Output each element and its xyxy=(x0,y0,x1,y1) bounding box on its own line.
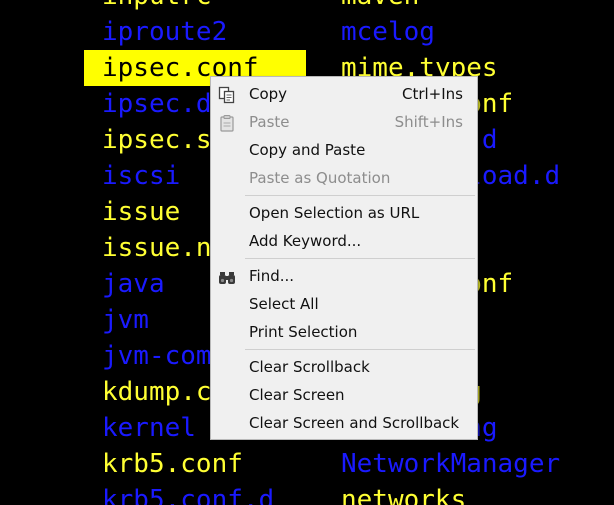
menu-item-label: Copy xyxy=(249,85,288,103)
menu-item-open-selection-as-url[interactable]: Open Selection as URL xyxy=(211,199,477,227)
file-entry[interactable]: krb5.conf xyxy=(102,446,306,482)
file-entry[interactable]: maven xyxy=(341,0,560,14)
menu-item-label: Clear Screen and Scrollback xyxy=(249,414,460,432)
menu-separator xyxy=(245,349,475,350)
menu-item-label: Add Keyword... xyxy=(249,232,362,250)
menu-item-label: Clear Screen xyxy=(249,386,345,404)
directory-entry[interactable]: mcelog xyxy=(341,14,560,50)
menu-item-label: Paste xyxy=(249,113,290,131)
menu-item-label: Find... xyxy=(249,267,295,285)
directory-entry[interactable]: NetworkManager xyxy=(341,446,560,482)
copy-icon xyxy=(218,85,236,104)
menu-item-paste: Paste Shift+Ins xyxy=(211,108,477,136)
menu-item-paste-as-quotation: Paste as Quotation xyxy=(211,164,477,192)
menu-item-find[interactable]: Find... xyxy=(211,262,477,290)
menu-item-copy[interactable]: Copy Ctrl+Ins xyxy=(211,80,477,108)
menu-item-label: Select All xyxy=(249,295,319,313)
menu-item-label: Copy and Paste xyxy=(249,141,366,159)
file-entry[interactable]: networks xyxy=(341,482,560,505)
menu-item-label: Clear Scrollback xyxy=(249,358,370,376)
file-entry[interactable]: inputrc xyxy=(102,0,306,14)
menu-item-shortcut: Shift+Ins xyxy=(394,113,463,131)
menu-item-label: Open Selection as URL xyxy=(249,204,420,222)
menu-item-add-keyword[interactable]: Add Keyword... xyxy=(211,227,477,255)
menu-separator xyxy=(245,195,475,196)
menu-item-copy-and-paste[interactable]: Copy and Paste xyxy=(211,136,477,164)
menu-item-print-selection[interactable]: Print Selection xyxy=(211,318,477,346)
directory-entry[interactable]: iproute2 xyxy=(102,14,306,50)
menu-item-select-all[interactable]: Select All xyxy=(211,290,477,318)
binoculars-icon xyxy=(218,267,236,285)
clipboard-icon xyxy=(218,113,236,132)
menu-item-label: Paste as Quotation xyxy=(249,169,391,187)
context-menu: Copy Ctrl+Ins Paste Shift+Ins Copy and Paste… xyxy=(210,76,478,440)
menu-item-clear-screen[interactable]: Clear Screen xyxy=(211,381,477,409)
directory-entry[interactable]: krb5.conf.d xyxy=(102,482,306,505)
menu-separator xyxy=(245,258,475,259)
menu-item-clear-scrollback[interactable]: Clear Scrollback xyxy=(211,353,477,381)
menu-item-clear-screen-and-scrollback[interactable]: Clear Screen and Scrollback xyxy=(211,409,477,437)
menu-item-label: Print Selection xyxy=(249,323,358,341)
menu-item-shortcut: Ctrl+Ins xyxy=(401,85,463,103)
